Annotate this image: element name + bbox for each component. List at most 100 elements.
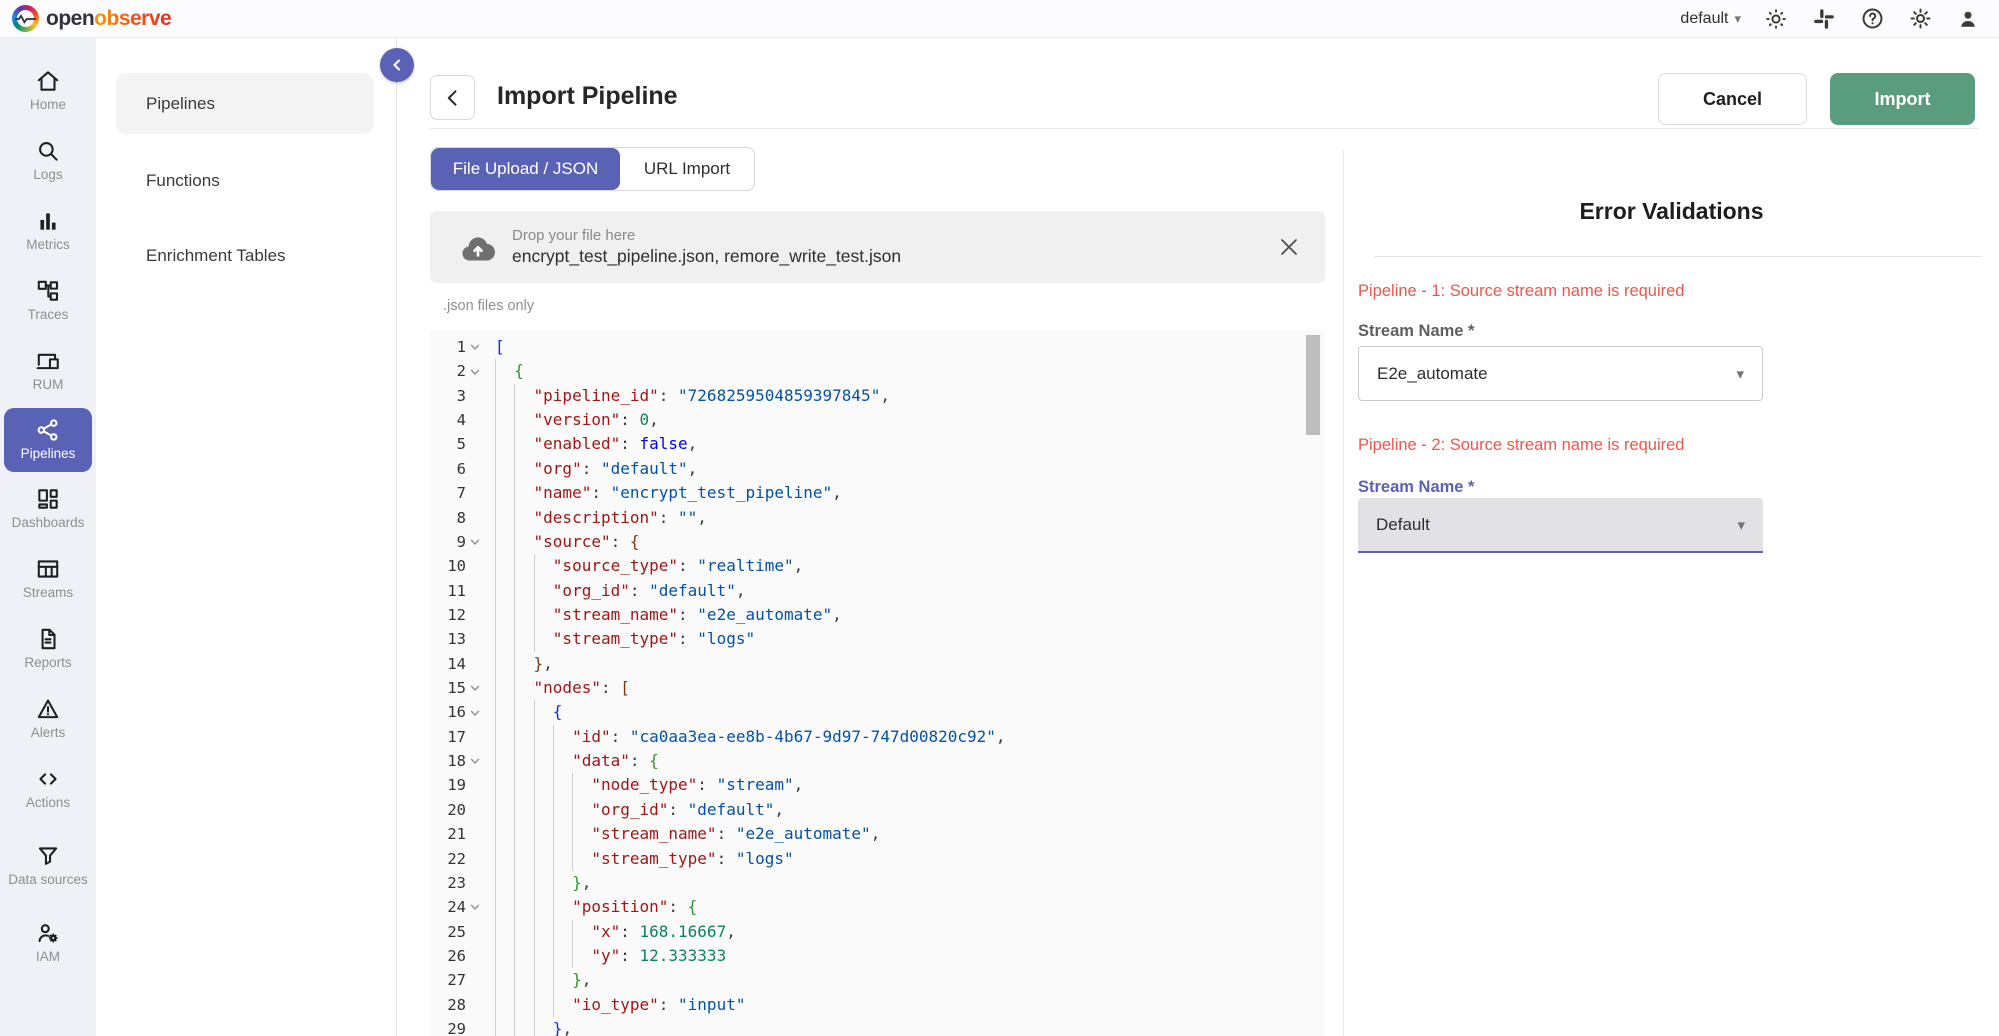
fold-chevron-icon[interactable] [466, 335, 484, 359]
help-icon[interactable] [1859, 6, 1885, 32]
sidebar-item-alerts[interactable]: Alerts [0, 684, 96, 754]
settings-icon[interactable] [1907, 6, 1933, 32]
code-line[interactable]: 25"x": 168.16667, [430, 920, 1325, 944]
line-number: 5 [430, 432, 466, 456]
sub-sidebar-item-pipelines[interactable]: Pipelines [116, 73, 374, 134]
code-line[interactable]: 16{ [430, 700, 1325, 724]
code-line[interactable]: 29}, [430, 1017, 1325, 1036]
stream-name-select-1[interactable]: E2e_automate▾ [1358, 346, 1763, 401]
code-line[interactable]: 15"nodes": [ [430, 676, 1325, 700]
profile-icon[interactable] [1955, 6, 1981, 32]
sidebar-item-logs[interactable]: Logs [0, 126, 96, 196]
indent-guide [553, 968, 572, 992]
code-line[interactable]: 20"org_id": "default", [430, 798, 1325, 822]
indent-guide [553, 871, 572, 895]
indent-guide [514, 554, 533, 578]
tab-file-upload-json[interactable]: File Upload / JSON [431, 148, 620, 190]
code-line[interactable]: 13"stream_type": "logs" [430, 627, 1325, 651]
indent-guide [495, 871, 514, 895]
editor-scrollbar[interactable] [1306, 335, 1320, 435]
indent-guide [553, 993, 572, 1017]
indent-guide [495, 993, 514, 1017]
code-line[interactable]: 3"pipeline_id": "7268259504859397845", [430, 384, 1325, 408]
code-line[interactable]: 23}, [430, 871, 1325, 895]
fold-chevron-icon[interactable] [466, 895, 484, 919]
sidebar-item-traces[interactable]: Traces [0, 266, 96, 336]
fold-chevron-icon[interactable] [466, 676, 484, 700]
fold-chevron-icon[interactable] [466, 700, 484, 724]
light-mode-icon[interactable] [1763, 6, 1789, 32]
code-line[interactable]: 27}, [430, 968, 1325, 992]
sidebar-item-dashboards[interactable]: Dashboards [0, 474, 96, 544]
indent-guide [534, 725, 553, 749]
indent-guide [495, 895, 514, 919]
fold-chevron-icon[interactable] [466, 749, 484, 773]
line-number: 21 [430, 822, 466, 846]
indent-guide [534, 822, 553, 846]
slack-icon[interactable] [1811, 6, 1837, 32]
code-token: : [620, 944, 639, 968]
code-line[interactable]: 26"y": 12.333333 [430, 944, 1325, 968]
fold-chevron-icon[interactable] [466, 530, 484, 554]
sidebar-item-data-sources[interactable]: Data sources [0, 824, 96, 908]
indent-guide [534, 920, 553, 944]
code-line[interactable]: 8"description": "", [430, 506, 1325, 530]
sidebar-item-rum[interactable]: RUM [0, 336, 96, 406]
code-line[interactable]: 4"version": 0, [430, 408, 1325, 432]
fold-gutter [466, 457, 484, 481]
fold-gutter [466, 944, 484, 968]
indent-guide [572, 944, 591, 968]
sidebar-item-home[interactable]: Home [0, 56, 96, 126]
file-dropzone[interactable]: Drop your file here encrypt_test_pipelin… [430, 211, 1325, 283]
json-code-editor[interactable]: 1[2{3"pipeline_id": "7268259504859397845… [430, 330, 1325, 1036]
sub-sidebar-item-functions[interactable]: Functions [116, 150, 374, 211]
sidebar-collapse-button[interactable] [380, 48, 414, 82]
stream-name-select-2[interactable]: Default▾ [1358, 498, 1763, 553]
tab-url-import[interactable]: URL Import [620, 148, 754, 190]
stream-name-label: Stream Name * [1358, 322, 1474, 341]
code-line[interactable]: 21"stream_name": "e2e_automate", [430, 822, 1325, 846]
code-line[interactable]: 28"io_type": "input" [430, 993, 1325, 1017]
back-button[interactable] [430, 75, 475, 120]
code-token: : [659, 506, 678, 530]
dropzone-close-button[interactable] [1277, 235, 1301, 259]
code-line[interactable]: 18"data": { [430, 749, 1325, 773]
import-button[interactable]: Import [1830, 73, 1975, 125]
sidebar-item-reports[interactable]: Reports [0, 614, 96, 684]
fold-chevron-icon[interactable] [466, 359, 484, 383]
code-line[interactable]: 19"node_type": "stream", [430, 773, 1325, 797]
code-line[interactable]: 5"enabled": false, [430, 432, 1325, 456]
sidebar-item-pipelines[interactable]: Pipelines [4, 408, 92, 472]
openobserve-logo[interactable]: openobserve [0, 5, 171, 32]
indent-guide [534, 773, 553, 797]
code-line[interactable]: 2{ [430, 359, 1325, 383]
sidebar-item-streams[interactable]: Streams [0, 544, 96, 614]
code-token: "source_type" [553, 554, 678, 578]
code-line[interactable]: 6"org": "default", [430, 457, 1325, 481]
code-line[interactable]: 7"name": "encrypt_test_pipeline", [430, 481, 1325, 505]
code-line[interactable]: 10"source_type": "realtime", [430, 554, 1325, 578]
code-line[interactable]: 17"id": "ca0aa3ea-ee8b-4b67-9d97-747d008… [430, 725, 1325, 749]
code-token: "e2e_automate" [736, 822, 871, 846]
upload-cloud-icon [460, 232, 496, 262]
indent-guide [495, 1017, 514, 1036]
code-line[interactable]: 14}, [430, 652, 1325, 676]
indent-guide [534, 993, 553, 1017]
code-line[interactable]: 22"stream_type": "logs" [430, 847, 1325, 871]
code-line[interactable]: 11"org_id": "default", [430, 579, 1325, 603]
org-selector-dropdown[interactable]: default ▾ [1680, 10, 1741, 28]
code-token: , [736, 579, 746, 603]
code-text: "pipeline_id": "7268259504859397845", [495, 384, 890, 408]
error-validations-title: Error Validations [1344, 198, 1999, 225]
fold-gutter [466, 725, 484, 749]
code-line[interactable]: 12"stream_name": "e2e_automate", [430, 603, 1325, 627]
sidebar-item-iam[interactable]: IAM [0, 908, 96, 978]
cancel-button[interactable]: Cancel [1658, 73, 1807, 125]
code-line[interactable]: 1[ [430, 335, 1325, 359]
code-line[interactable]: 9"source": { [430, 530, 1325, 554]
sub-sidebar-item-enrichment-tables[interactable]: Enrichment Tables [116, 225, 374, 286]
indent-guide [514, 822, 533, 846]
sidebar-item-metrics[interactable]: Metrics [0, 196, 96, 266]
sidebar-item-actions[interactable]: Actions [0, 754, 96, 824]
code-line[interactable]: 24"position": { [430, 895, 1325, 919]
